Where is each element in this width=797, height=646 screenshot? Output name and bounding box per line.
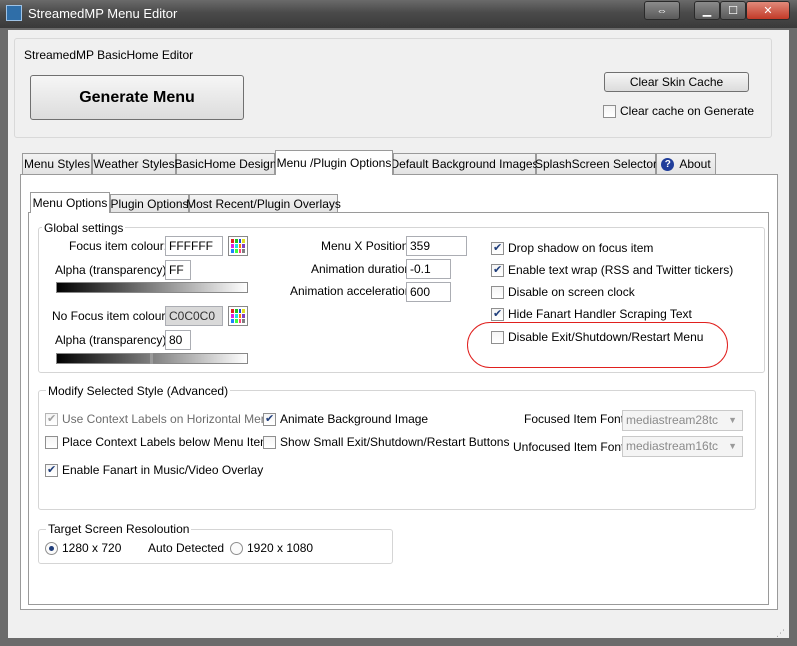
focus-alpha-slider[interactable] [56,282,248,293]
text-wrap-checkbox[interactable] [491,263,504,277]
chevron-down-icon: ▼ [728,441,737,451]
radio-1280x720-label: 1280 x 720 [62,541,122,555]
hide-fanart-label: Hide Fanart Handler Scraping Text [508,307,692,321]
animate-background-checkbox[interactable] [263,412,276,426]
modify-style-label: Modify Selected Style (Advanced) [46,384,231,398]
colour-picker-icon[interactable] [228,236,248,256]
tab-menu-plugin-options[interactable]: Menu /Plugin Options [275,150,393,175]
alpha-input[interactable]: FF [165,260,191,280]
unfocused-font-select[interactable]: mediastream16tc ▼ [622,436,743,457]
slider-thumb[interactable] [150,353,153,364]
unfocused-font-label: Unfocused Item Font: [513,440,628,454]
focus-colour-label: Focus item colour: [69,239,168,253]
resize-icon[interactable]: ⇔ [644,1,680,20]
menu-x-label: Menu X Position: [321,239,412,253]
alpha-label: Alpha (transparency): [55,263,170,277]
tab-basichome-design[interactable]: BasicHome Design [174,153,277,174]
window-title: StreamedMP Menu Editor [28,6,178,21]
hide-fanart-checkbox[interactable] [491,307,504,321]
subtab-plugin-options[interactable]: Plugin Options [110,194,189,213]
radio-1920x1080[interactable] [230,542,243,555]
place-context-labels-label: Place Context Labels below Menu Item [62,435,271,449]
tab-weather-styles[interactable]: Weather Styles [92,153,176,174]
generate-menu-button[interactable]: Generate Menu [30,75,244,120]
small-exit-buttons-label: Show Small Exit/Shutdown/Restart Buttons [280,435,510,449]
auto-detected-label: Auto Detected [148,541,225,555]
focus-colour-input[interactable]: FFFFFF [165,236,223,256]
drop-shadow-checkbox[interactable] [491,241,504,255]
animation-duration-label: Animation duration: [311,262,415,276]
animation-duration-input[interactable]: -0.1 [406,259,451,279]
tab-default-background-images[interactable]: Default Background Images [390,153,539,174]
clear-on-generate-label: Clear cache on Generate [620,104,755,118]
resize-grip-icon[interactable]: ⋰ [776,628,785,639]
clear-on-generate-checkbox[interactable] [603,105,616,118]
global-settings-label: Global settings [42,221,126,235]
clear-skin-cache-button[interactable]: Clear Skin Cache [604,72,749,92]
highlight-annotation [467,322,728,368]
tab-about[interactable]: ? About [656,153,716,174]
focused-font-label: Focused Item Font: [524,412,628,426]
alpha-label: Alpha (transparency): [55,333,170,347]
tab-about-label: About [679,157,711,171]
tab-splashscreen-selector[interactable]: SplashScreen Selector [535,153,657,174]
focused-font-value: mediastream28tc [626,413,719,427]
alpha-input[interactable]: 80 [165,330,191,350]
close-button[interactable]: ✕ [746,1,790,20]
disable-clock-label: Disable on screen clock [508,285,635,299]
radio-1280x720[interactable] [45,542,58,555]
subtab-most-recent-overlays[interactable]: Most Recent/Plugin Overlays [186,194,341,213]
drop-shadow-label: Drop shadow on focus item [508,241,654,255]
tab-menu-styles[interactable]: Menu Styles [22,153,92,174]
animation-acceleration-label: Animation acceleration: [290,284,415,298]
maximize-button[interactable]: ☐ [720,1,746,20]
subtab-menu-options[interactable]: Menu Options [30,192,110,213]
resolution-label: Target Screen Resoloution [46,522,192,536]
enable-fanart-checkbox[interactable] [45,463,58,477]
focused-font-select[interactable]: mediastream28tc ▼ [622,410,743,431]
help-icon: ? [661,157,675,171]
place-context-labels-checkbox[interactable] [45,436,58,449]
disable-clock-checkbox[interactable] [491,286,504,299]
animation-acceleration-input[interactable]: 600 [406,282,451,302]
small-exit-buttons-checkbox[interactable] [263,436,276,449]
top-panel-label: StreamedMP BasicHome Editor [24,48,194,62]
enable-fanart-label: Enable Fanart in Music/Video Overlay [62,463,264,477]
unfocused-font-value: mediastream16tc [626,439,719,453]
text-wrap-label: Enable text wrap (RSS and Twitter ticker… [508,263,734,277]
use-context-labels-checkbox[interactable] [45,412,58,426]
app-icon [6,5,22,21]
use-context-labels-label: Use Context Labels on Horizontal Menu [62,412,275,426]
minimize-button[interactable]: ▁ [694,1,720,20]
nofocus-colour-label: No Focus item colour: [52,309,169,323]
menu-x-input[interactable]: 359 [406,236,467,256]
radio-1920x1080-label: 1920 x 1080 [247,541,314,555]
colour-picker-icon[interactable] [228,306,248,326]
chevron-down-icon: ▼ [728,415,737,425]
animate-background-label: Animate Background Image [280,412,429,426]
nofocus-colour-input[interactable]: C0C0C0 [165,306,223,326]
